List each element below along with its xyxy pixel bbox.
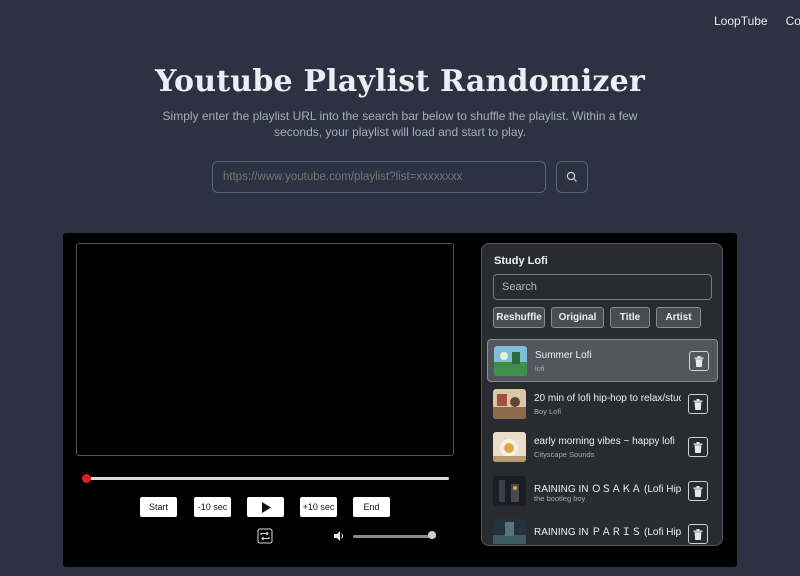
volume-icon[interactable] bbox=[333, 530, 345, 542]
start-button[interactable]: Start bbox=[140, 497, 177, 517]
item-artist: the bootleg boy bbox=[534, 494, 586, 503]
playlist-item[interactable]: Summer Lofi lofi bbox=[487, 339, 718, 382]
playlist-item[interactable]: early morning vibes ~ happy lofi Citysca… bbox=[487, 426, 718, 469]
back-10-sec-button[interactable]: -10 sec bbox=[194, 497, 231, 517]
volume-handle[interactable] bbox=[427, 531, 436, 539]
delete-button[interactable] bbox=[689, 351, 709, 371]
top-nav: LoopTube Cont bbox=[714, 14, 800, 28]
delete-button[interactable] bbox=[688, 437, 708, 457]
playlist-panel: Study Lofi Reshuffle Original Title Arti… bbox=[481, 243, 723, 546]
item-title: early morning vibes ~ happy lofi bbox=[534, 436, 675, 447]
search-button[interactable] bbox=[556, 161, 588, 193]
item-title: RAINING IN ＰＡＲＩＳ (Lofi HipHop) bbox=[534, 527, 681, 538]
video-player[interactable] bbox=[76, 243, 454, 456]
delete-button[interactable] bbox=[688, 481, 708, 501]
trash-icon bbox=[693, 398, 703, 410]
item-title: 20 min of lofi hip-hop to relax/study bbox=[534, 393, 681, 404]
item-title: Summer Lofi bbox=[535, 350, 592, 361]
item-artist: lofi bbox=[535, 364, 545, 373]
playlist-title: Study Lofi bbox=[494, 255, 548, 267]
play-button[interactable] bbox=[247, 497, 284, 517]
video-thumbnail bbox=[494, 346, 527, 376]
nav-link-contact[interactable]: Cont bbox=[786, 14, 800, 28]
sort-title-button[interactable]: Title bbox=[610, 307, 650, 328]
video-thumbnail bbox=[493, 519, 526, 544]
video-thumbnail bbox=[493, 389, 526, 419]
trash-icon bbox=[694, 355, 704, 367]
playlist-list: Summer Lofi lofi 20 min of lofi hip-hop … bbox=[487, 339, 719, 544]
end-button[interactable]: End bbox=[353, 497, 390, 517]
search-icon bbox=[566, 171, 577, 182]
delete-button[interactable] bbox=[688, 524, 708, 544]
progress-handle[interactable] bbox=[82, 474, 91, 483]
video-thumbnail bbox=[493, 432, 526, 462]
playlist-item[interactable]: RAINING IN ＰＡＲＩＳ (Lofi HipHop) bbox=[487, 513, 718, 544]
sort-original-button[interactable]: Original bbox=[551, 307, 604, 328]
playlist-url-input[interactable] bbox=[212, 161, 546, 193]
nav-link-looptube[interactable]: LoopTube bbox=[714, 14, 768, 28]
trash-icon bbox=[693, 485, 703, 497]
progress-bar[interactable] bbox=[82, 474, 449, 483]
play-icon bbox=[261, 501, 271, 513]
forward-10-sec-button[interactable]: +10 sec bbox=[300, 497, 337, 517]
player-container: Start -10 sec +10 sec End Study Lofi Res… bbox=[63, 233, 737, 567]
playlist-item[interactable]: RAINING IN ＯＳＡＫＡ (Lofi HipHop) the bootl… bbox=[487, 470, 718, 513]
item-artist: Boy Lofi bbox=[534, 407, 562, 416]
page-subtitle: Simply enter the playlist URL into the s… bbox=[162, 109, 638, 139]
item-title: RAINING IN ＯＳＡＫＡ (Lofi HipHop) bbox=[534, 484, 681, 495]
volume-slider[interactable] bbox=[353, 535, 436, 538]
reshuffle-button[interactable]: Reshuffle bbox=[493, 307, 545, 328]
video-thumbnail bbox=[493, 476, 526, 506]
loop-icon[interactable] bbox=[257, 528, 273, 544]
playlist-item[interactable]: 20 min of lofi hip-hop to relax/study Bo… bbox=[487, 383, 718, 426]
playlist-search-input[interactable] bbox=[493, 274, 712, 300]
page-title: Youtube Playlist Randomizer bbox=[155, 64, 645, 99]
sort-artist-button[interactable]: Artist bbox=[656, 307, 701, 328]
item-artist: Cityscape Sounds bbox=[534, 450, 595, 459]
trash-icon bbox=[693, 441, 703, 453]
trash-icon bbox=[693, 528, 703, 540]
delete-button[interactable] bbox=[688, 394, 708, 414]
